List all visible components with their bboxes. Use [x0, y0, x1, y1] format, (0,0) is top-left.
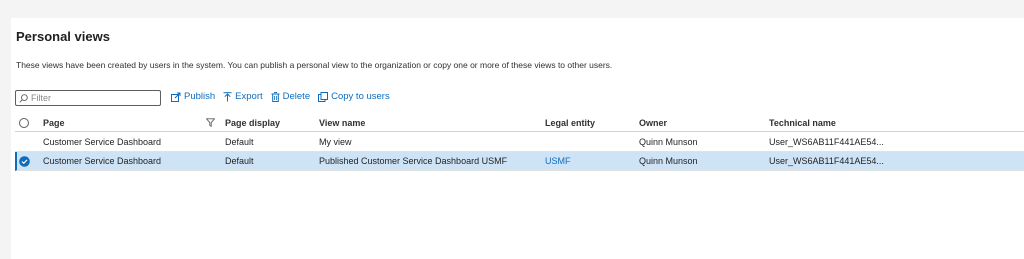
- cell-page-display: Default: [225, 156, 254, 166]
- cell-technical-name: User_WS6AB11F441AE54...: [769, 156, 884, 166]
- publish-icon: [171, 92, 181, 102]
- cell-owner: Quinn Munson: [639, 156, 698, 166]
- grid-header: Page Page display View name Legal entity…: [15, 114, 1024, 132]
- column-header-legal-entity[interactable]: Legal entity: [545, 114, 595, 131]
- column-header-owner[interactable]: Owner: [639, 114, 667, 131]
- page-description: These views have been created by users i…: [16, 60, 613, 70]
- action-toolbar: Publish Export Delete Copy to users: [171, 91, 398, 102]
- publish-label: Publish: [184, 91, 216, 102]
- personal-views-grid: Page Page display View name Legal entity…: [15, 114, 1024, 171]
- column-header-view-name[interactable]: View name: [319, 114, 365, 131]
- select-all-radio[interactable]: [19, 114, 33, 131]
- personal-views-panel: Personal views These views have been cre…: [11, 18, 1024, 259]
- cell-owner: Quinn Munson: [639, 136, 698, 147]
- cell-view-name: Published Customer Service Dashboard USM…: [319, 156, 508, 166]
- delete-button[interactable]: Delete: [271, 91, 310, 102]
- cell-page-display: Default: [225, 136, 254, 147]
- cell-page: Customer Service Dashboard: [43, 136, 162, 147]
- filter-funnel-icon: [206, 118, 215, 127]
- export-label: Export: [235, 91, 263, 102]
- table-row[interactable]: Customer Service Dashboard Default My vi…: [15, 132, 1024, 152]
- checkmark-circle-icon: [19, 155, 30, 167]
- column-header-page[interactable]: Page: [43, 114, 65, 131]
- table-row[interactable]: Customer Service Dashboard Default Publi…: [15, 152, 1024, 171]
- cell-page: Customer Service Dashboard: [43, 156, 162, 166]
- filter-box[interactable]: [15, 90, 161, 106]
- copy-to-users-button[interactable]: Copy to users: [318, 91, 390, 102]
- row-select[interactable]: [19, 152, 33, 170]
- export-button[interactable]: Export: [223, 91, 263, 102]
- row-select[interactable]: [19, 132, 33, 151]
- publish-button[interactable]: Publish: [171, 91, 215, 102]
- delete-label: Delete: [282, 91, 311, 102]
- filter-input[interactable]: [31, 91, 156, 105]
- cell-view-name: My view: [319, 136, 352, 147]
- cell-technical-name: User_WS6AB11F441AE54...: [769, 136, 884, 147]
- export-icon: [223, 91, 232, 101]
- left-rail: [0, 18, 11, 259]
- page-title: Personal views: [16, 29, 110, 44]
- top-bar: [0, 0, 1024, 18]
- search-icon: [19, 94, 28, 103]
- radio-circle: [19, 117, 29, 128]
- copy-to-users-label: Copy to users: [331, 91, 390, 102]
- column-header-technical-name[interactable]: Technical name: [769, 114, 836, 131]
- cell-legal-entity[interactable]: USMF: [545, 152, 571, 170]
- copy-icon: [318, 91, 329, 102]
- column-filter-icon[interactable]: [206, 114, 215, 131]
- column-header-page-display[interactable]: Page display: [225, 114, 280, 131]
- delete-icon: [271, 91, 280, 102]
